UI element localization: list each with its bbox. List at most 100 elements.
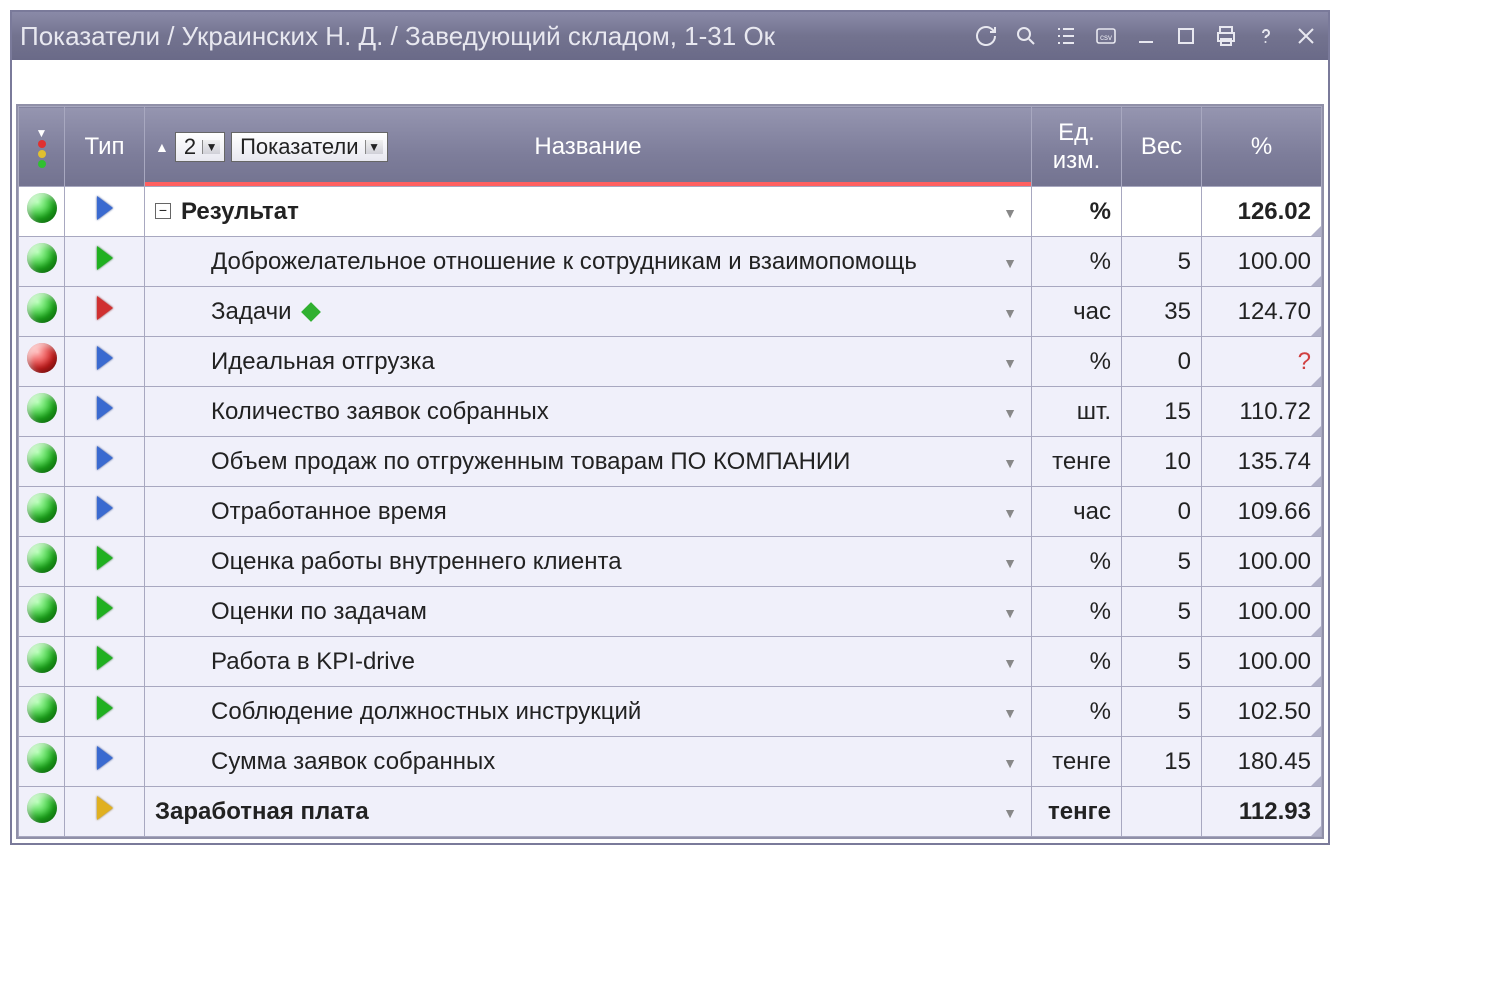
name-cell[interactable]: Работа в KPI-drive▼ bbox=[145, 637, 1032, 687]
resize-corner-icon bbox=[1311, 826, 1321, 836]
status-cell bbox=[19, 737, 65, 787]
row-name: Заработная плата bbox=[155, 797, 989, 827]
status-cell bbox=[19, 437, 65, 487]
weight-cell: 15 bbox=[1122, 737, 1202, 787]
percent-cell: 102.50 bbox=[1202, 687, 1322, 737]
name-cell[interactable]: Оценки по задачам ▼ bbox=[145, 587, 1032, 637]
status-cell bbox=[19, 187, 65, 237]
type-triangle-icon bbox=[97, 596, 113, 620]
name-cell[interactable]: Количество заявок собранных▼ bbox=[145, 387, 1032, 437]
print-icon[interactable] bbox=[1212, 22, 1240, 50]
help-icon[interactable] bbox=[1252, 22, 1280, 50]
name-cell[interactable]: Оценка работы внутреннего клиента▼ bbox=[145, 537, 1032, 587]
table-row[interactable]: Доброжелательное отношение к сотрудникам… bbox=[19, 237, 1322, 287]
resize-corner-icon bbox=[1311, 226, 1321, 236]
percent-cell: 109.66 bbox=[1202, 487, 1322, 537]
row-menu-icon[interactable]: ▼ bbox=[999, 255, 1021, 271]
row-menu-icon[interactable]: ▼ bbox=[999, 805, 1021, 821]
refresh-icon[interactable] bbox=[972, 22, 1000, 50]
row-menu-icon[interactable]: ▼ bbox=[999, 355, 1021, 371]
row-name: Оценки по задачам bbox=[211, 597, 989, 627]
row-menu-icon[interactable]: ▼ bbox=[999, 755, 1021, 771]
table-row[interactable]: Заработная плата▼тенге112.93 bbox=[19, 787, 1322, 837]
weight-cell: 5 bbox=[1122, 687, 1202, 737]
table-row[interactable]: Отработанное время▼час0109.66 bbox=[19, 487, 1322, 537]
name-cell[interactable]: Задачи ▼ bbox=[145, 287, 1032, 337]
type-triangle-icon bbox=[97, 746, 113, 770]
percent-cell: 112.93 bbox=[1202, 787, 1322, 837]
type-cell bbox=[65, 237, 145, 287]
unit-cell: тенге bbox=[1032, 737, 1122, 787]
percent-cell: 124.70 bbox=[1202, 287, 1322, 337]
name-cell[interactable]: Идеальная отгрузка▼ bbox=[145, 337, 1032, 387]
table-row[interactable]: Идеальная отгрузка▼%0? bbox=[19, 337, 1322, 387]
header-weight[interactable]: Вес bbox=[1122, 107, 1202, 187]
table-wrap: ▼ Тип ▲ 2▼ bbox=[16, 104, 1324, 839]
table-row[interactable]: Оценка работы внутреннего клиента▼%5100.… bbox=[19, 537, 1322, 587]
row-name: Соблюдение должностных инструкций bbox=[211, 697, 989, 727]
row-menu-icon[interactable]: ▼ bbox=[999, 705, 1021, 721]
percent-cell: 126.02 bbox=[1202, 187, 1322, 237]
table-row[interactable]: Соблюдение должностных инструкций ▼%5102.… bbox=[19, 687, 1322, 737]
table-row[interactable]: Задачи ▼час35124.70 bbox=[19, 287, 1322, 337]
resize-corner-icon bbox=[1311, 526, 1321, 536]
name-cell[interactable]: Сумма заявок собранных▼ bbox=[145, 737, 1032, 787]
collapse-toggle-icon[interactable]: − bbox=[155, 203, 171, 219]
status-cell bbox=[19, 337, 65, 387]
list-icon[interactable] bbox=[1052, 22, 1080, 50]
percent-cell: 100.00 bbox=[1202, 237, 1322, 287]
table-row[interactable]: Сумма заявок собранных▼тенге15180.45 bbox=[19, 737, 1322, 787]
row-menu-icon[interactable]: ▼ bbox=[999, 455, 1021, 471]
resize-corner-icon bbox=[1311, 376, 1321, 386]
name-cell[interactable]: Отработанное время▼ bbox=[145, 487, 1032, 537]
row-menu-icon[interactable]: ▼ bbox=[999, 655, 1021, 671]
plus-badge-icon bbox=[301, 302, 321, 322]
type-cell bbox=[65, 437, 145, 487]
type-cell bbox=[65, 387, 145, 437]
level-select[interactable]: 2▼ bbox=[175, 132, 225, 162]
type-cell bbox=[65, 487, 145, 537]
row-menu-icon[interactable]: ▼ bbox=[999, 205, 1021, 221]
row-menu-icon[interactable]: ▼ bbox=[999, 605, 1021, 621]
row-menu-icon[interactable]: ▼ bbox=[999, 505, 1021, 521]
name-cell[interactable]: Объем продаж по отгруженным товарам ПО К… bbox=[145, 437, 1032, 487]
close-icon[interactable] bbox=[1292, 22, 1320, 50]
name-cell[interactable]: −Результат▼ bbox=[145, 187, 1032, 237]
status-cell bbox=[19, 687, 65, 737]
status-orb-icon bbox=[27, 543, 57, 573]
header-percent[interactable]: % bbox=[1202, 107, 1322, 187]
header-unit[interactable]: Ед. изм. bbox=[1032, 107, 1122, 187]
unit-cell: % bbox=[1032, 687, 1122, 737]
table-row[interactable]: Количество заявок собранных▼шт.15110.72 bbox=[19, 387, 1322, 437]
minimize-icon[interactable] bbox=[1132, 22, 1160, 50]
table-row[interactable]: Объем продаж по отгруженным товарам ПО К… bbox=[19, 437, 1322, 487]
status-cell bbox=[19, 287, 65, 337]
name-cell[interactable]: Заработная плата ▼ bbox=[145, 787, 1032, 837]
search-icon[interactable] bbox=[1012, 22, 1040, 50]
resize-corner-icon bbox=[1311, 276, 1321, 286]
weight-cell: 15 bbox=[1122, 387, 1202, 437]
unit-cell: % bbox=[1032, 237, 1122, 287]
row-menu-icon[interactable]: ▼ bbox=[999, 405, 1021, 421]
table-row[interactable]: Работа в KPI-drive▼%5100.00 bbox=[19, 637, 1322, 687]
row-menu-icon[interactable]: ▼ bbox=[999, 305, 1021, 321]
csv-export-icon[interactable]: csv bbox=[1092, 22, 1120, 50]
status-orb-icon bbox=[27, 693, 57, 723]
row-menu-icon[interactable]: ▼ bbox=[999, 555, 1021, 571]
maximize-icon[interactable] bbox=[1172, 22, 1200, 50]
percent-cell: ? bbox=[1202, 337, 1322, 387]
header-type[interactable]: Тип bbox=[65, 107, 145, 187]
header-status[interactable]: ▼ bbox=[19, 107, 65, 187]
group-select[interactable]: Показатели▼ bbox=[231, 132, 387, 162]
resize-corner-icon bbox=[1311, 726, 1321, 736]
table-row[interactable]: −Результат▼%126.02 bbox=[19, 187, 1322, 237]
table-row[interactable]: Оценки по задачам▼%5100.00 bbox=[19, 587, 1322, 637]
weight-cell bbox=[1122, 187, 1202, 237]
name-cell[interactable]: Соблюдение должностных инструкций ▼ bbox=[145, 687, 1032, 737]
type-triangle-icon bbox=[97, 246, 113, 270]
unit-cell: тенге bbox=[1032, 437, 1122, 487]
type-cell bbox=[65, 337, 145, 387]
type-triangle-icon bbox=[97, 346, 113, 370]
sort-asc-icon[interactable]: ▲ bbox=[155, 139, 169, 155]
name-cell[interactable]: Доброжелательное отношение к сотрудникам… bbox=[145, 237, 1032, 287]
